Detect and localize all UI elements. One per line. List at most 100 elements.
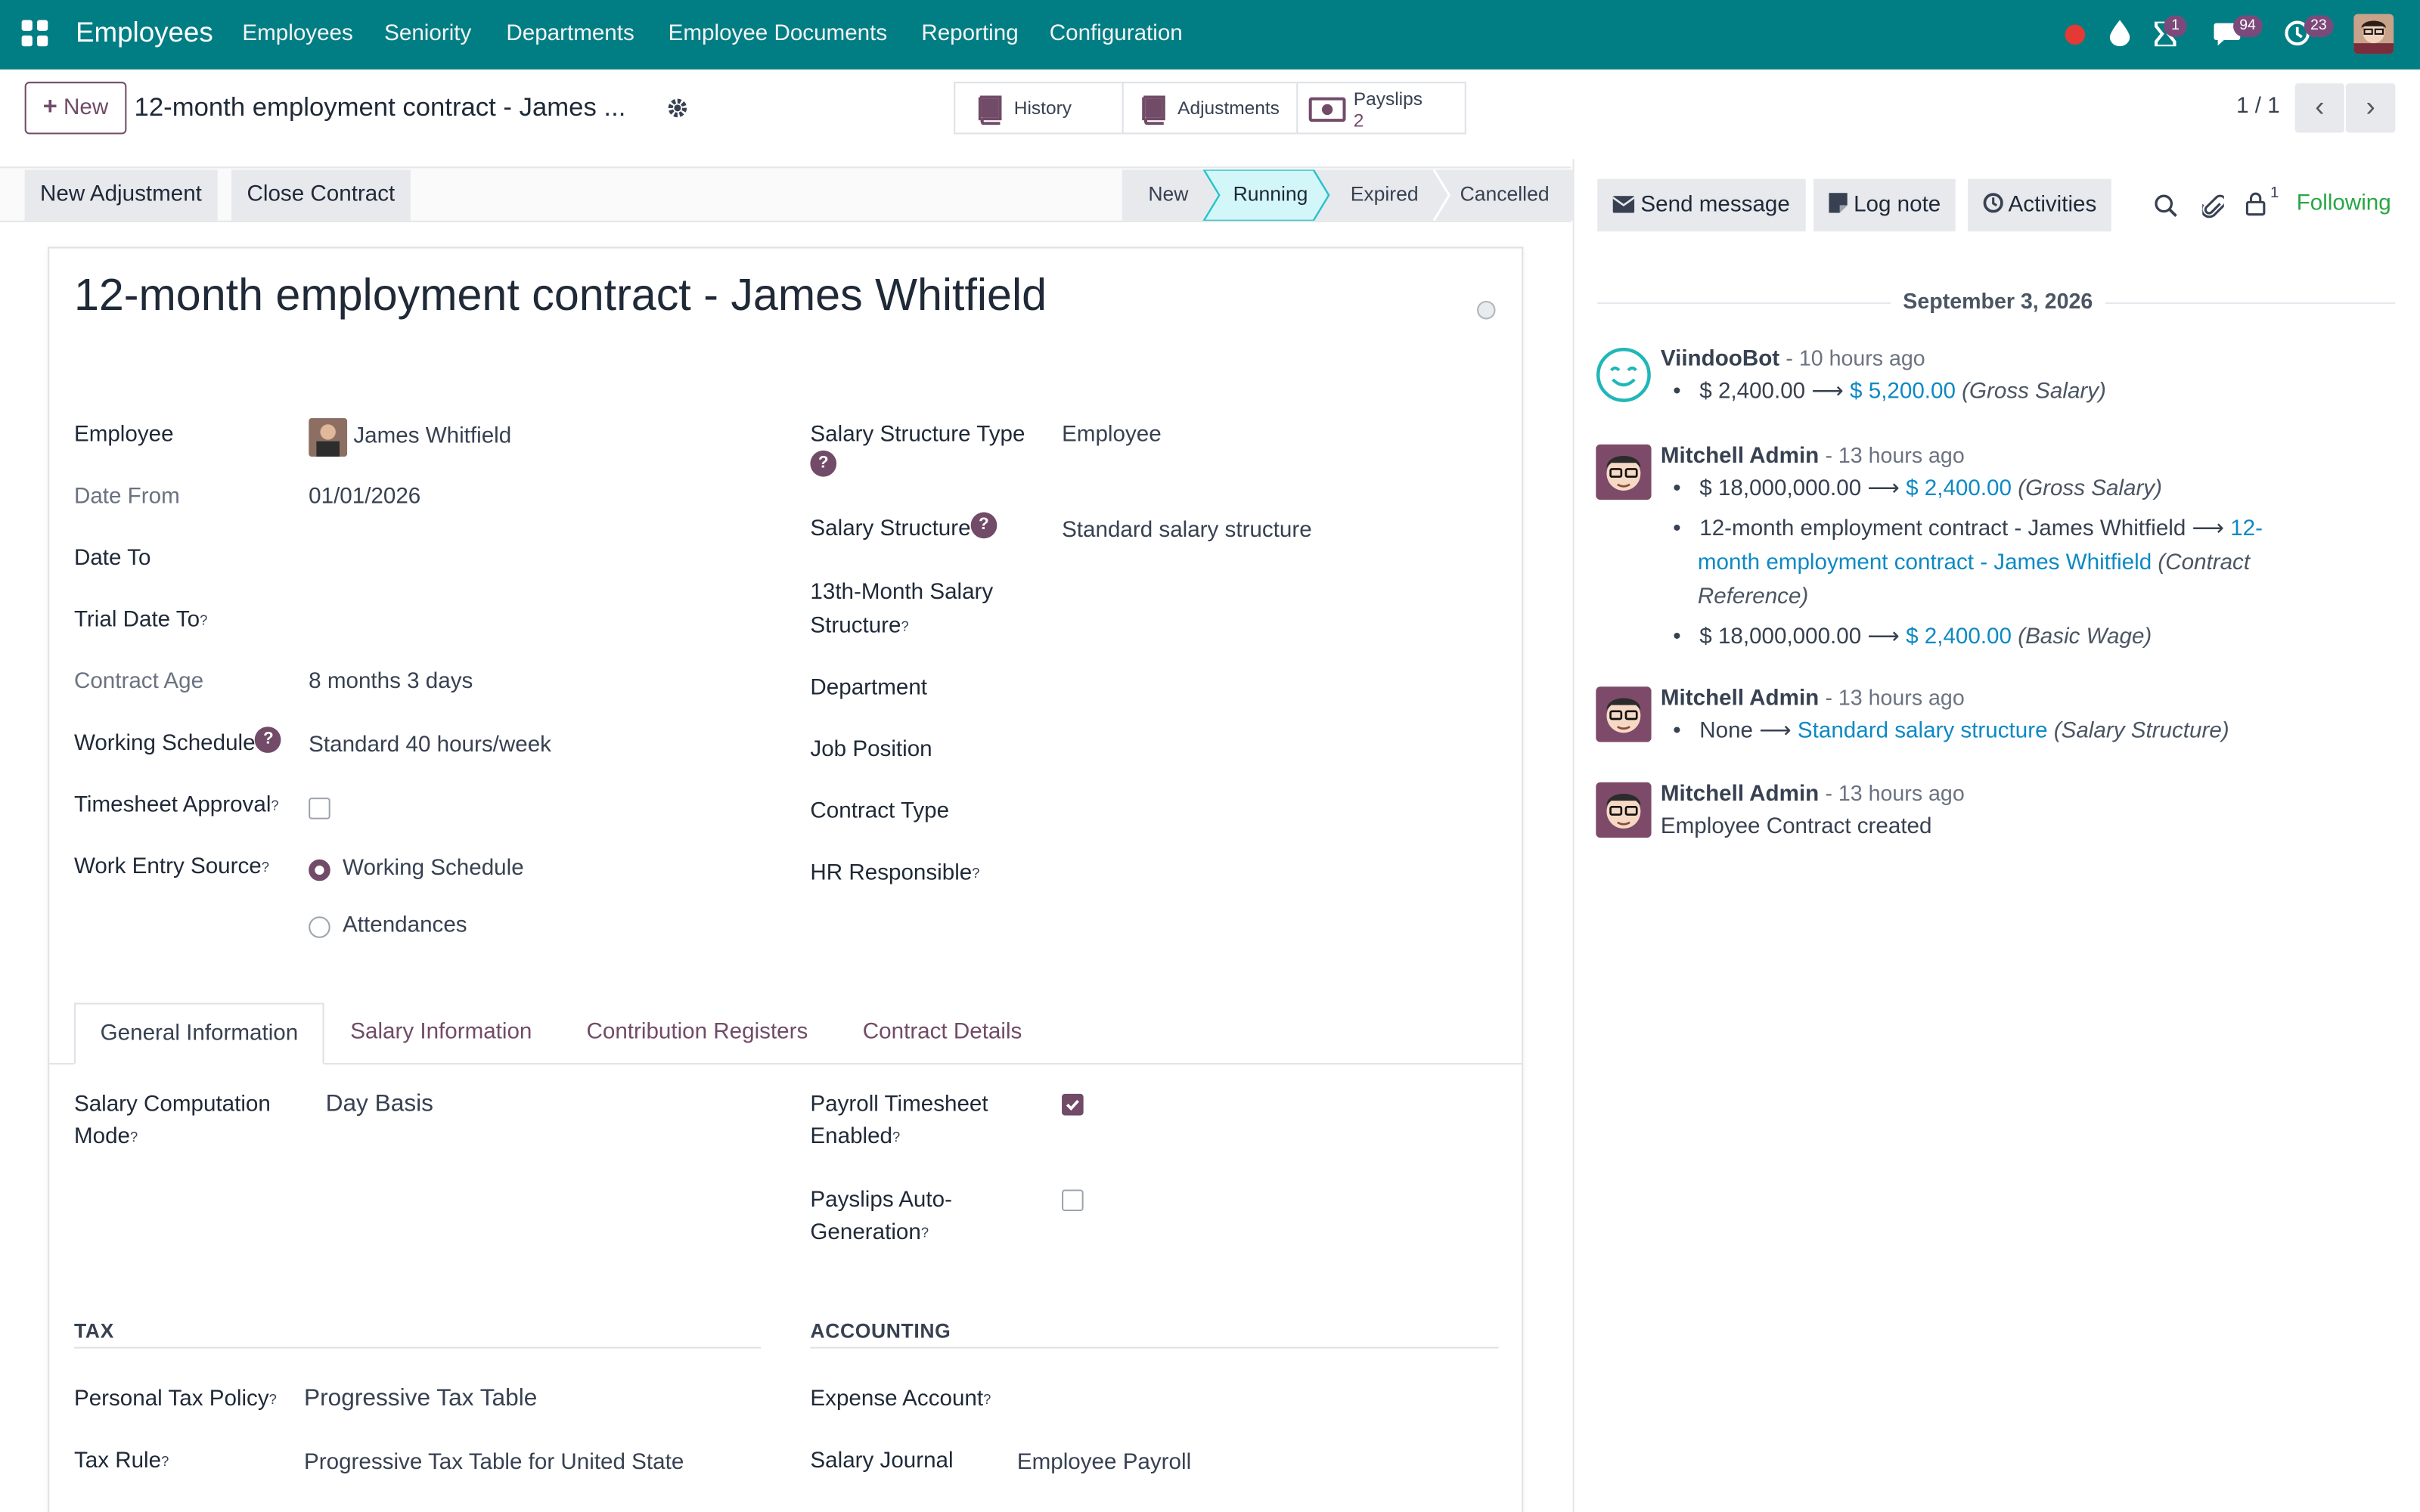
salary-structure-value[interactable]: Standard salary structure	[1062, 514, 1312, 548]
payroll-timesheet-label-line2: Enabled?	[810, 1124, 901, 1150]
thirteenth-month-label-line1: 13th-Month Salary	[810, 580, 994, 605]
payslips-auto-gen-label-line1: Payslips Auto-	[810, 1188, 952, 1213]
menu-reporting[interactable]: Reporting	[921, 22, 1018, 47]
search-icon[interactable]	[2155, 194, 2178, 218]
radio-working-schedule[interactable]	[309, 859, 330, 881]
hr-responsible-field[interactable]	[1062, 857, 1494, 891]
contract-title[interactable]: 12-month employment contract - James Whi…	[74, 271, 1047, 322]
payslips-smart-button[interactable]: Payslips 2	[1296, 82, 1466, 135]
message-time: - 13 hours ago	[1825, 685, 1965, 710]
log-note-button[interactable]: Log note	[1813, 178, 1956, 232]
date-from-value[interactable]: 01/01/2026	[309, 480, 420, 514]
gear-icon[interactable]	[667, 98, 689, 119]
drop-icon[interactable]	[2109, 20, 2130, 47]
arrow-right-icon: ⟶	[1867, 624, 1900, 650]
help-icon: ?	[255, 727, 282, 753]
activities-button[interactable]: Activities	[1968, 178, 2112, 232]
trial-date-label: Trial Date To?	[73, 608, 208, 633]
pager-previous-button[interactable]: ‹	[2294, 83, 2344, 133]
menu-employee-documents[interactable]: Employee Documents	[669, 22, 887, 47]
arrow-right-icon: ⟶	[1759, 719, 1792, 744]
message-author[interactable]: Mitchell Admin	[1661, 686, 1819, 711]
payslips-label: Payslips	[1353, 88, 1423, 110]
tax-rule-label: Tax Rule?	[73, 1448, 169, 1473]
contract-type-label: Contract Type	[810, 799, 950, 824]
trial-date-field[interactable]	[309, 603, 756, 637]
tab-salary-information[interactable]: Salary Information	[326, 1003, 557, 1065]
mitchell-admin-avatar	[1596, 686, 1652, 742]
check-icon	[1066, 1099, 1079, 1111]
tab-general-information[interactable]: General Information	[73, 1002, 324, 1065]
salary-computation-label-line2: Mode?	[73, 1124, 138, 1150]
kanban-state-indicator[interactable]	[1477, 300, 1496, 320]
tab-contract-details[interactable]: Contract Details	[838, 1003, 1047, 1065]
app-name[interactable]: Employees	[76, 17, 213, 49]
breadcrumb-title: 12-month employment contract - James ...	[134, 92, 626, 122]
pager-value[interactable]: 1 / 1	[2236, 94, 2280, 119]
radio-attendances-label[interactable]: Attendances	[343, 909, 467, 943]
arrow-right-icon: ⟶	[2192, 516, 2224, 542]
message-time: - 10 hours ago	[1786, 345, 1925, 370]
tax-rule-value[interactable]: Progressive Tax Table for United State	[304, 1445, 684, 1479]
stage-new[interactable]: New	[1148, 182, 1188, 206]
paperclip-icon[interactable]	[2202, 191, 2224, 219]
contract-type-field[interactable]	[1062, 795, 1494, 829]
working-schedule-value[interactable]: Standard 40 hours/week	[309, 728, 551, 762]
adjustments-smart-button[interactable]: Adjustments	[1122, 82, 1298, 135]
salary-journal-value[interactable]: Employee Payroll	[1017, 1445, 1191, 1479]
contract-age-label: Contract Age	[73, 669, 204, 695]
radio-attendances[interactable]	[309, 916, 330, 938]
thirteenth-month-field[interactable]	[1062, 575, 1494, 609]
user-avatar[interactable]	[2353, 14, 2394, 54]
message-author[interactable]: Mitchell Admin	[1661, 782, 1819, 807]
menu-seniority[interactable]: Seniority	[384, 22, 471, 47]
app-grid-icon[interactable]	[21, 20, 50, 48]
new-button[interactable]: + New	[24, 82, 127, 135]
message-2-header: Mitchell Admin - 13 hours ago	[1661, 438, 1965, 474]
hr-responsible-label: HR Responsible?	[810, 860, 980, 886]
salary-structure-type-value[interactable]: Employee	[1062, 418, 1162, 452]
salary-journal-label: Salary Journal	[810, 1448, 954, 1473]
menu-employees[interactable]: Employees	[242, 22, 352, 47]
message-author[interactable]: ViindooBot	[1661, 347, 1779, 372]
close-contract-button[interactable]: Close Contract	[231, 169, 411, 221]
personal-tax-policy-value[interactable]: Progressive Tax Table	[304, 1383, 537, 1417]
employee-value[interactable]: James Whitfield	[353, 420, 511, 454]
message-body: Employee Contract created	[1660, 814, 1932, 840]
radio-working-schedule-label[interactable]: Working Schedule	[343, 852, 524, 886]
message-author[interactable]: Mitchell Admin	[1661, 445, 1819, 469]
payslips-auto-gen-checkbox[interactable]	[1062, 1189, 1084, 1212]
tracking-line: • 12-month employment contract - James W…	[1673, 516, 2263, 542]
job-position-label: Job Position	[810, 737, 932, 763]
employee-label: Employee	[73, 423, 174, 448]
menu-departments[interactable]: Departments	[506, 22, 634, 47]
stage-expired[interactable]: Expired	[1351, 182, 1419, 206]
expense-account-field[interactable]	[1017, 1383, 1480, 1417]
contract-age-value: 8 months 3 days	[309, 669, 473, 695]
message-1-header: ViindooBot - 10 hours ago	[1661, 341, 1925, 376]
job-position-field[interactable]	[1062, 733, 1494, 767]
send-message-button[interactable]: Send message	[1597, 178, 1806, 232]
salary-computation-value[interactable]: Day Basis	[326, 1088, 433, 1122]
timesheet-approval-checkbox[interactable]	[309, 798, 330, 820]
pager-next-button[interactable]: ›	[2346, 83, 2396, 133]
department-field[interactable]	[1062, 671, 1494, 705]
tracking-line: • None ⟶ Standard salary structure (Sala…	[1673, 719, 2229, 744]
date-to-field[interactable]	[309, 541, 756, 575]
stage-cancelled[interactable]: Cancelled	[1460, 182, 1550, 206]
following-button[interactable]: Following	[2297, 191, 2391, 216]
new-adjustment-button[interactable]: New Adjustment	[24, 169, 218, 221]
recording-dot-icon[interactable]	[2065, 24, 2086, 45]
tracking-line: • $ 18,000,000.00 ⟶ $ 2,400.00 (Gross Sa…	[1673, 476, 2162, 502]
payslips-auto-gen-label-line2: Generation?	[810, 1220, 929, 1245]
tab-contribution-registers[interactable]: Contribution Registers	[562, 1003, 833, 1065]
lock-icon[interactable]	[2245, 191, 2266, 216]
menu-configuration[interactable]: Configuration	[1050, 22, 1183, 47]
payroll-timesheet-checkbox[interactable]	[1062, 1093, 1084, 1116]
payslips-count: 2	[1353, 109, 1364, 132]
history-smart-button[interactable]: History	[954, 82, 1124, 135]
message-3-header: Mitchell Admin - 13 hours ago	[1661, 680, 1965, 716]
book-icon	[1142, 95, 1165, 125]
clock-badge: 23	[2304, 15, 2333, 37]
stage-running[interactable]: Running	[1233, 182, 1308, 206]
